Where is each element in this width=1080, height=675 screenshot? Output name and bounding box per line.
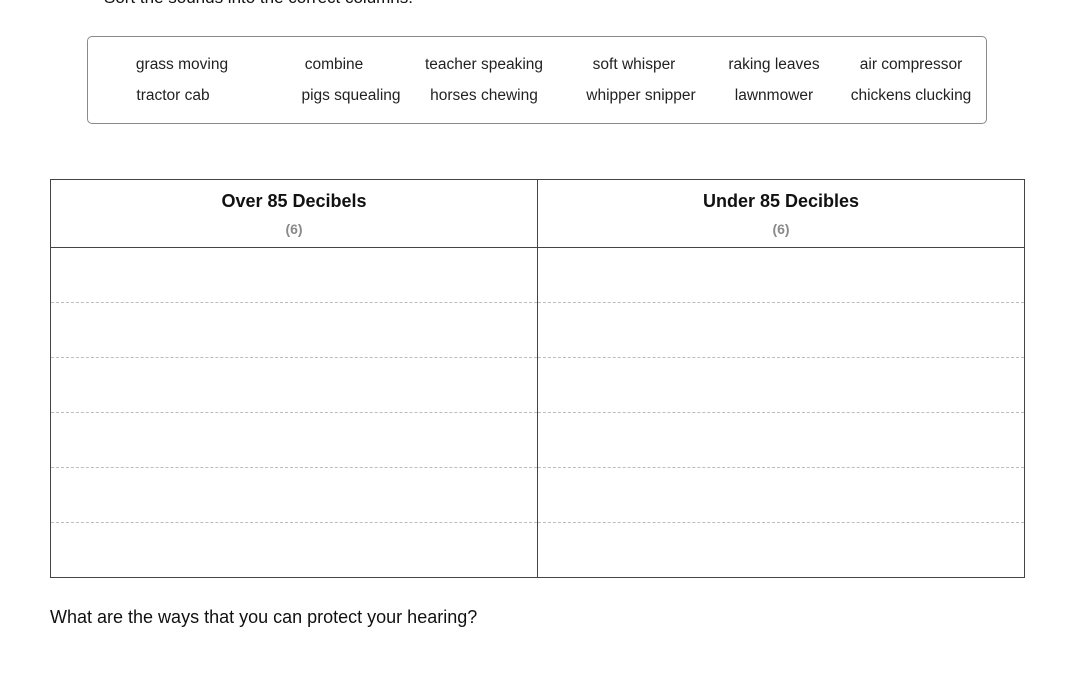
column-count: (6) [772, 221, 790, 237]
table-row [50, 412, 1025, 468]
answer-cell-over[interactable] [50, 357, 538, 413]
answer-cell-over[interactable] [50, 522, 538, 578]
answer-cell-under[interactable] [537, 302, 1025, 358]
answer-cell-under[interactable] [537, 467, 1025, 523]
word-item[interactable]: soft whisper [593, 56, 676, 74]
answer-cell-under[interactable] [537, 522, 1025, 578]
answer-cell-under[interactable] [537, 357, 1025, 413]
column-title: Under 85 Decibles [702, 191, 860, 211]
answer-cell-over[interactable] [50, 412, 538, 468]
answer-cell-over[interactable] [50, 302, 538, 358]
column-header-under-85: Under 85 Decibles (6) [537, 179, 1025, 248]
answer-cell-over[interactable] [50, 247, 538, 303]
question-text: What are the ways that you can protect y… [50, 607, 478, 627]
column-count: (6) [285, 221, 303, 237]
word-item[interactable]: whipper snipper [586, 87, 695, 105]
word-item[interactable]: raking leaves [728, 56, 819, 74]
table-row [50, 467, 1025, 523]
instruction-text: Sort the sounds into the correct columns… [104, 0, 413, 8]
word-item[interactable]: pigs squealing [301, 87, 400, 105]
table-row [50, 522, 1025, 578]
table-row [50, 302, 1025, 358]
word-item[interactable]: air compressor [860, 56, 963, 74]
answer-cell-under[interactable] [537, 412, 1025, 468]
word-item[interactable]: grass moving [136, 56, 228, 74]
column-header-over-85: Over 85 Decibels (6) [50, 179, 538, 248]
word-item[interactable]: lawnmower [735, 87, 813, 105]
column-title: Over 85 Decibels [221, 191, 367, 211]
word-item[interactable]: teacher speaking [425, 56, 543, 74]
word-item[interactable]: tractor cab [136, 87, 209, 105]
word-item[interactable]: horses chewing [430, 87, 538, 105]
answer-cell-over[interactable] [50, 467, 538, 523]
answer-cell-under[interactable] [537, 247, 1025, 303]
word-item[interactable]: chickens clucking [851, 87, 972, 105]
table-row [50, 357, 1025, 413]
word-item[interactable]: combine [305, 56, 364, 74]
word-bank: grass moving combine teacher speaking so… [87, 36, 987, 124]
sorting-table: Over 85 Decibels (6) Under 85 Decibles (… [50, 179, 1025, 578]
table-row [50, 247, 1025, 303]
